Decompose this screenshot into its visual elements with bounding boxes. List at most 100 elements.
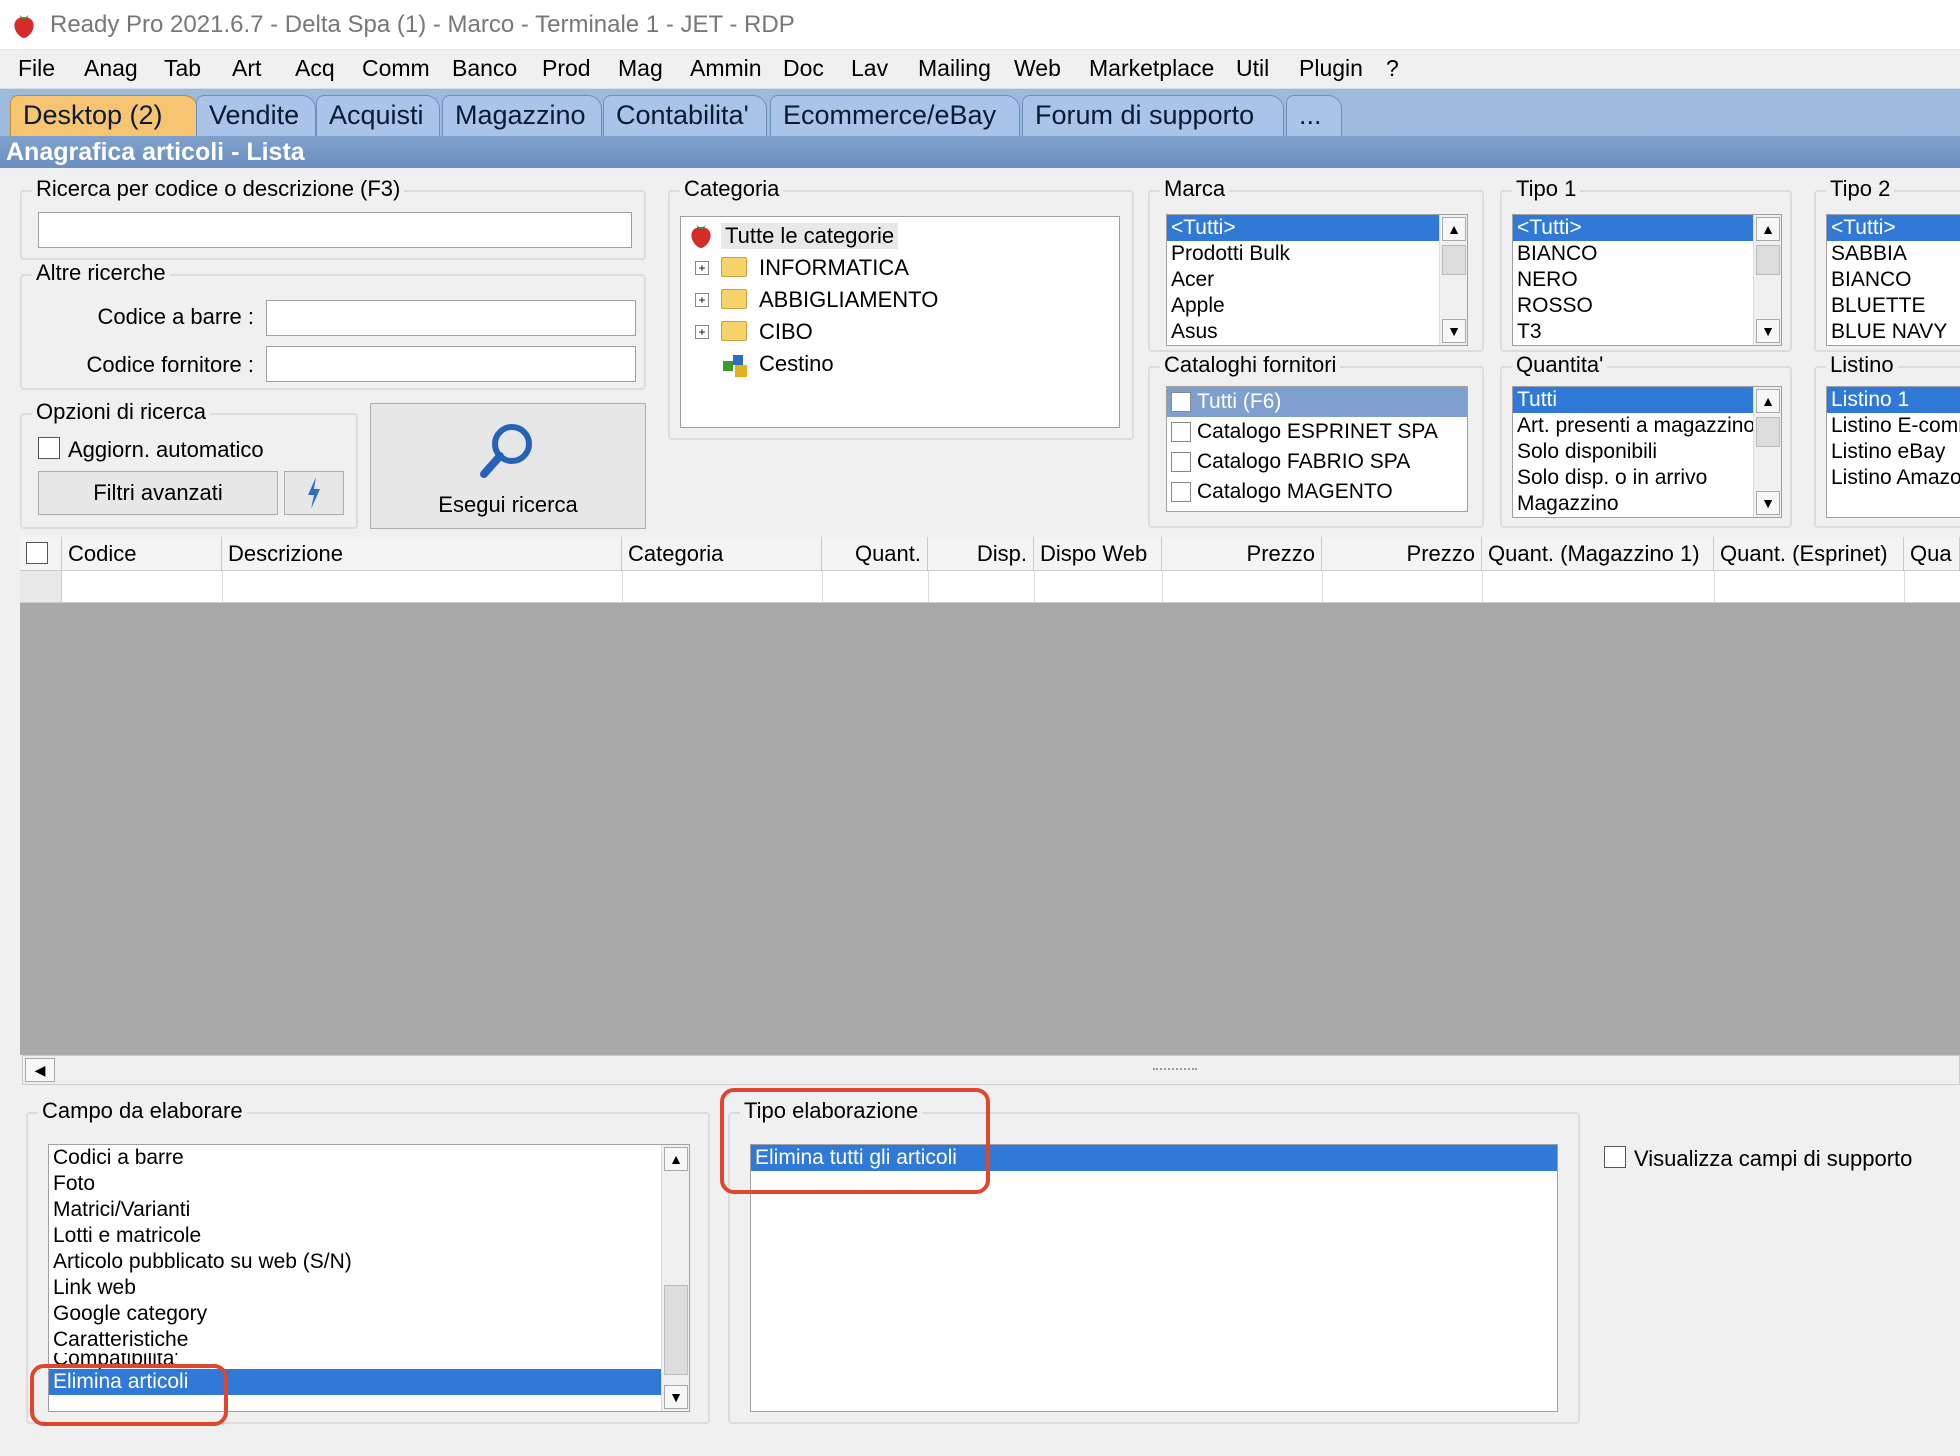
list-item[interactable]: <Tutti> bbox=[1827, 215, 1960, 241]
checkbox-icon[interactable] bbox=[1171, 452, 1191, 473]
menu-lav[interactable]: Lav bbox=[851, 55, 888, 82]
list-item[interactable]: T3 bbox=[1513, 319, 1781, 345]
scroll-up-icon[interactable]: ▲ bbox=[1442, 217, 1466, 241]
supplier-catalogs-listbox[interactable]: Tutti (F6) Catalogo ESPRINET SPA Catalog… bbox=[1166, 386, 1468, 512]
list-item[interactable]: Solo disp. o in arrivo bbox=[1513, 465, 1781, 491]
scroll-down-icon[interactable]: ▼ bbox=[1442, 319, 1466, 343]
list-item[interactable]: Listino Amazon bbox=[1827, 465, 1960, 491]
scrollbar[interactable]: ▲ ▼ bbox=[1439, 215, 1467, 345]
list-item[interactable]: Art. presenti a magazzino bbox=[1513, 413, 1781, 439]
menu-plugin[interactable]: Plugin bbox=[1299, 55, 1363, 82]
menu-tab[interactable]: Tab bbox=[164, 55, 201, 82]
list-item[interactable]: BLUETTE bbox=[1827, 293, 1960, 319]
scrollbar[interactable]: ▲ ▼ bbox=[661, 1145, 689, 1411]
catalog-item[interactable]: Catalogo MAGENTO bbox=[1167, 477, 1467, 507]
support-fields-checkbox[interactable] bbox=[1604, 1146, 1626, 1168]
tab-acquisti[interactable]: Acquisti bbox=[316, 95, 440, 137]
list-item[interactable]: Link web bbox=[49, 1275, 689, 1301]
splitter-grip-icon[interactable] bbox=[1153, 1068, 1197, 1074]
list-item[interactable]: Google category bbox=[49, 1301, 689, 1327]
tab-vendite[interactable]: Vendite bbox=[196, 95, 316, 137]
tree-node-all-categories[interactable]: Tutte le categorie bbox=[721, 223, 899, 249]
auto-update-checkbox[interactable] bbox=[38, 437, 60, 459]
quantity-listbox[interactable]: Tutti Art. presenti a magazzino Solo dis… bbox=[1512, 386, 1782, 518]
scroll-thumb[interactable] bbox=[1756, 245, 1780, 275]
catalog-item[interactable]: Catalogo FABRIO SPA bbox=[1167, 447, 1467, 477]
menu-art[interactable]: Art bbox=[232, 55, 261, 82]
tree-node-abbigliamento[interactable]: ABBIGLIAMENTO bbox=[759, 287, 938, 313]
menu-util[interactable]: Util bbox=[1236, 55, 1269, 82]
scrollbar[interactable]: ▲ ▼ bbox=[1753, 215, 1781, 345]
scroll-thumb[interactable] bbox=[664, 1285, 688, 1375]
list-item[interactable]: Listino eBay bbox=[1827, 439, 1960, 465]
brand-listbox[interactable]: <Tutti> Prodotti Bulk Acer Apple Asus ▲ … bbox=[1166, 214, 1468, 346]
tab-contabilita[interactable]: Contabilita' bbox=[603, 95, 767, 137]
scroll-thumb[interactable] bbox=[1756, 417, 1780, 447]
menu-marketplace[interactable]: Marketplace bbox=[1089, 55, 1214, 82]
list-item[interactable]: Acer bbox=[1167, 267, 1467, 293]
advanced-filters-button[interactable]: Filtri avanzati bbox=[38, 471, 278, 515]
list-item[interactable]: Apple bbox=[1167, 293, 1467, 319]
list-item[interactable]: Listino E-commerce bbox=[1827, 413, 1960, 439]
list-item[interactable]: Asus bbox=[1167, 319, 1467, 345]
scroll-up-icon[interactable]: ▲ bbox=[1756, 389, 1780, 413]
select-all-checkbox[interactable] bbox=[26, 542, 48, 564]
tab-forum[interactable]: Forum di supporto bbox=[1022, 95, 1284, 137]
menu-web[interactable]: Web bbox=[1014, 55, 1061, 82]
scroll-down-icon[interactable]: ▼ bbox=[664, 1385, 688, 1409]
list-item[interactable]: Magazzino bbox=[1513, 491, 1781, 517]
menu-comm[interactable]: Comm bbox=[362, 55, 430, 82]
list-item[interactable]: BLUE NAVY bbox=[1827, 319, 1960, 345]
list-item[interactable]: Foto bbox=[49, 1171, 689, 1197]
tree-node-cestino[interactable]: Cestino bbox=[759, 351, 834, 377]
menu-anag[interactable]: Anag bbox=[84, 55, 138, 82]
list-item[interactable]: Lotti e matricole bbox=[49, 1223, 689, 1249]
articles-grid-row[interactable] bbox=[20, 571, 1960, 603]
list-item[interactable]: BIANCO bbox=[1513, 241, 1781, 267]
column-header[interactable]: Quant. (Esprinet) bbox=[1714, 537, 1904, 571]
horizontal-scrollbar[interactable]: ◀ bbox=[22, 1055, 1960, 1085]
menu-doc[interactable]: Doc bbox=[783, 55, 824, 82]
supplier-code-input[interactable] bbox=[266, 346, 636, 382]
catalog-item[interactable]: Catalogo ESPRINET SPA bbox=[1167, 417, 1467, 447]
list-item[interactable]: Prodotti Bulk bbox=[1167, 241, 1467, 267]
checkbox-icon[interactable] bbox=[1171, 482, 1191, 503]
column-header[interactable]: Codice bbox=[62, 537, 222, 571]
list-item[interactable]: <Tutti> bbox=[1513, 215, 1781, 241]
catalog-item-all[interactable]: Tutti (F6) bbox=[1167, 387, 1467, 417]
tab-more[interactable]: ... bbox=[1286, 95, 1342, 137]
menu-mailing[interactable]: Mailing bbox=[918, 55, 991, 82]
tab-magazzino[interactable]: Magazzino bbox=[442, 95, 602, 137]
list-item[interactable]: Matrici/Varianti bbox=[49, 1197, 689, 1223]
type1-listbox[interactable]: <Tutti> BIANCO NERO ROSSO T3 ▲ ▼ bbox=[1512, 214, 1782, 346]
column-header[interactable]: Descrizione bbox=[222, 537, 622, 571]
menu-acq[interactable]: Acq bbox=[295, 55, 335, 82]
scroll-thumb[interactable] bbox=[1442, 245, 1466, 275]
scroll-down-icon[interactable]: ▼ bbox=[1756, 491, 1780, 515]
column-header[interactable]: Quant. (Magazzino 1) bbox=[1482, 537, 1714, 571]
list-item[interactable]: <Tutti> bbox=[1167, 215, 1467, 241]
quick-action-button[interactable] bbox=[284, 471, 344, 515]
tree-node-informatica[interactable]: INFORMATICA bbox=[759, 255, 909, 281]
select-all-column[interactable] bbox=[20, 537, 62, 571]
column-header[interactable]: Categoria bbox=[622, 537, 822, 571]
type2-listbox[interactable]: <Tutti> SABBIA BIANCO BLUETTE BLUE NAVY bbox=[1826, 214, 1960, 346]
list-item[interactable]: BIANCO bbox=[1827, 267, 1960, 293]
expand-icon[interactable]: + bbox=[695, 261, 709, 275]
list-item[interactable]: SABBIA bbox=[1827, 241, 1960, 267]
list-item[interactable]: Codici a barre bbox=[49, 1145, 689, 1171]
list-item[interactable]: ROSSO bbox=[1513, 293, 1781, 319]
menu-file[interactable]: File bbox=[18, 55, 55, 82]
menu-prod[interactable]: Prod bbox=[542, 55, 591, 82]
list-item[interactable]: NERO bbox=[1513, 267, 1781, 293]
list-item[interactable]: Articolo pubblicato su web (S/N) bbox=[49, 1249, 689, 1275]
scrollbar[interactable]: ▲ ▼ bbox=[1753, 387, 1781, 517]
column-header[interactable]: Disp. bbox=[928, 537, 1034, 571]
menu-ammin[interactable]: Ammin bbox=[690, 55, 762, 82]
tab-ecommerce[interactable]: Ecommerce/eBay bbox=[770, 95, 1020, 137]
list-item[interactable]: Listino 1 bbox=[1827, 387, 1960, 413]
category-tree[interactable]: Tutte le categorie + INFORMATICA + ABBIG… bbox=[680, 216, 1120, 428]
menu-banco[interactable]: Banco bbox=[452, 55, 517, 82]
checkbox-icon[interactable] bbox=[1171, 392, 1191, 413]
list-item[interactable]: Caratteristiche bbox=[49, 1327, 689, 1353]
